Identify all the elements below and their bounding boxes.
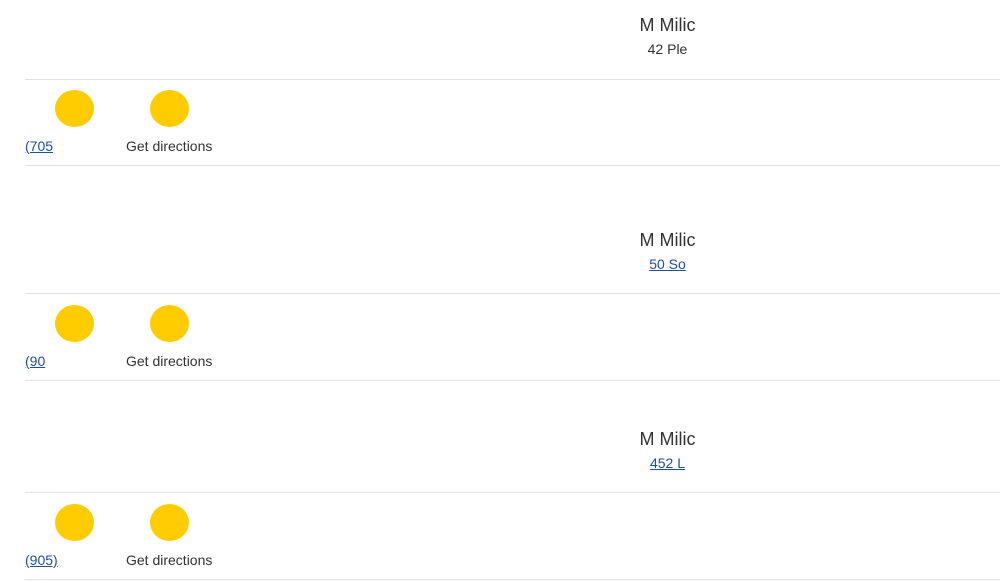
- listing-name: M Milic: [639, 230, 696, 250]
- directions-icon[interactable]: [150, 305, 189, 342]
- divider: [25, 380, 1000, 381]
- phone-link[interactable]: (905): [25, 551, 125, 569]
- divider: [25, 492, 1000, 493]
- phone-icon[interactable]: [55, 504, 94, 541]
- divider: [25, 165, 1000, 166]
- listing-address: 42 Ple: [647, 41, 688, 57]
- store-locator-results: M Milic 42 Ple (705 Get directions M Mil…: [0, 0, 1000, 581]
- phone-icon[interactable]: [55, 90, 94, 127]
- phone-link[interactable]: (90: [25, 352, 125, 370]
- directions-icon[interactable]: [150, 504, 189, 541]
- listing-name: M Milic: [639, 15, 696, 35]
- get-directions-link[interactable]: Get directions: [126, 352, 212, 370]
- divider: [25, 293, 1000, 294]
- phone-icon[interactable]: [55, 305, 94, 342]
- divider: [25, 579, 1000, 580]
- listing-header: M Milic 452 L: [335, 428, 1000, 472]
- listing-header: M Milic 42 Ple: [335, 14, 1000, 58]
- listing-address-link[interactable]: 452 L: [335, 454, 1000, 472]
- get-directions-link[interactable]: Get directions: [126, 137, 212, 155]
- phone-link[interactable]: (705: [25, 137, 125, 155]
- listing-name: M Milic: [639, 429, 696, 449]
- divider: [25, 79, 1000, 80]
- listing-address-link[interactable]: 50 So: [335, 255, 1000, 273]
- listing-header: M Milic 50 So: [335, 229, 1000, 273]
- directions-icon[interactable]: [150, 90, 189, 127]
- get-directions-link[interactable]: Get directions: [126, 551, 212, 569]
